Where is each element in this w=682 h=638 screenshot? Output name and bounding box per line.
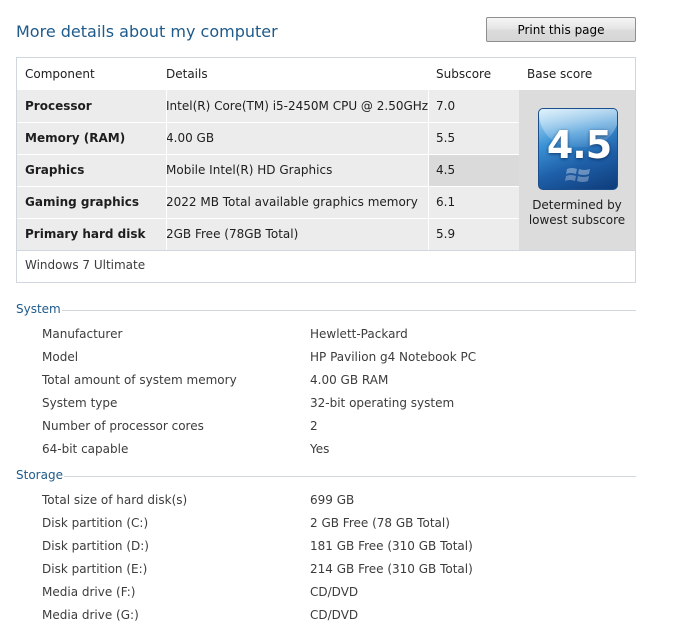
component-subscore: 7.0 [436,99,456,113]
system-value: 32-bit operating system [310,396,455,410]
row-divider [17,122,519,123]
system-value: Hewlett-Packard [310,327,408,341]
system-label: System type [42,396,118,410]
column-header-base-score: Base score [527,67,593,81]
base-score-note: Determined by lowest subscore [528,198,626,227]
section-divider [64,476,636,477]
storage-value: CD/DVD [310,608,359,622]
storage-value: 214 GB Free (310 GB Total) [310,562,473,576]
windows-edition: Windows 7 Ultimate [25,258,146,272]
component-name: Processor [25,99,92,113]
base-score-value: 4.5 [546,123,612,167]
component-details: 2022 MB Total available graphics memory [166,195,418,209]
section-heading-storage: Storage [16,468,63,482]
column-header-details: Details [166,67,208,81]
system-value: 4.00 GB RAM [310,373,389,387]
storage-label: Total size of hard disk(s) [42,493,188,507]
system-value: 2 [310,419,318,433]
component-name: Gaming graphics [25,195,139,209]
table-row-processor: Processor Intel(R) Core(TM) i5-2450M CPU… [17,90,519,122]
component-name: Graphics [25,163,85,177]
windows-flag-icon [565,168,590,182]
storage-value: 2 GB Free (78 GB Total) [310,516,450,530]
component-name: Memory (RAM) [25,131,126,145]
storage-value: CD/DVD [310,585,359,599]
page-title: More details about my computer [16,22,278,41]
system-value: Yes [310,442,330,456]
storage-label: Disk partition (D:) [42,539,149,553]
column-header-component: Component [25,67,95,81]
table-row-hard-disk: Primary hard disk 2GB Free (78GB Total) … [17,218,519,250]
table-row-memory: Memory (RAM) 4.00 GB 5.5 [17,122,519,154]
storage-label: Media drive (F:) [42,585,136,599]
system-label: Total amount of system memory [42,373,237,387]
system-label: Model [42,350,79,364]
print-page-button[interactable]: Print this page [486,17,636,42]
system-value: HP Pavilion g4 Notebook PC [310,350,477,364]
storage-value: 181 GB Free (310 GB Total) [310,539,473,553]
component-subscore-lowest: 4.5 [428,154,519,186]
system-label: 64-bit capable [42,442,129,456]
base-score-badge: 4.5 [538,108,618,190]
component-subscore: 5.5 [436,131,456,145]
row-divider [17,154,519,155]
system-label: Number of processor cores [42,419,204,433]
column-header-subscore: Subscore [436,67,492,81]
system-label: Manufacturer [42,327,123,341]
component-details: Mobile Intel(R) HD Graphics [166,163,333,177]
table-row-graphics: Graphics Mobile Intel(R) HD Graphics 4.5 [17,154,519,186]
component-details: Intel(R) Core(TM) i5-2450M CPU @ 2.50GHz [166,99,429,113]
row-divider [17,218,519,219]
component-details: 2GB Free (78GB Total) [166,227,299,241]
storage-label: Media drive (G:) [42,608,139,622]
score-table: Component Details Subscore Base score Pr… [16,57,636,283]
table-row-gaming-graphics: Gaming graphics 2022 MB Total available … [17,186,519,218]
storage-value: 699 GB [310,493,355,507]
divider [17,250,635,251]
row-divider [17,186,519,187]
component-name: Primary hard disk [25,227,146,241]
section-heading-system: System [16,302,61,316]
base-score-panel: 4.5 Determined by lowest subscore [519,90,635,250]
component-subscore: 5.9 [436,227,456,241]
column-divider [166,90,167,250]
storage-label: Disk partition (E:) [42,562,148,576]
component-subscore: 6.1 [436,195,456,209]
storage-label: Disk partition (C:) [42,516,149,530]
component-details: 4.00 GB [166,131,215,145]
column-divider [428,90,429,250]
section-divider [62,310,636,311]
